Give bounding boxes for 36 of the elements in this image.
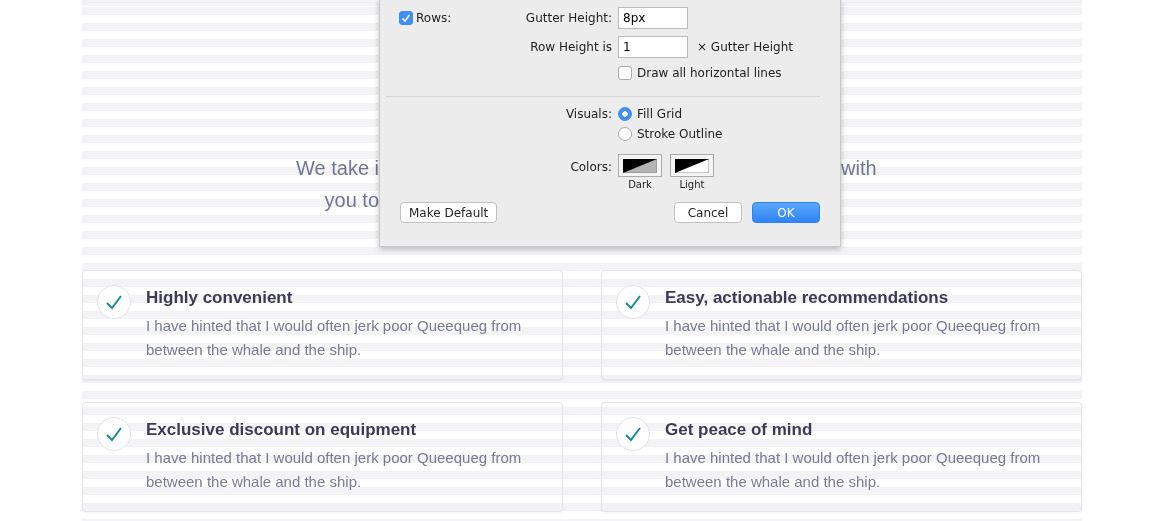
dialog-button[interactable]: Make Default xyxy=(400,202,498,223)
visuals-label: Visuals: xyxy=(565,107,612,121)
swatch-label: Dark xyxy=(628,179,652,190)
checkmark-icon xyxy=(97,285,131,319)
row-height-field[interactable]: 1 xyxy=(618,36,688,58)
dialog-button[interactable]: Cancel xyxy=(674,202,742,223)
gutter-height-label: Gutter Height: xyxy=(525,11,612,25)
radio-label: Fill Grid xyxy=(637,107,683,121)
colors-label: Colors: xyxy=(570,160,612,174)
checkmark-icon xyxy=(616,417,650,451)
checkmark-icon xyxy=(616,285,650,319)
intro-text: with xyxy=(841,156,877,180)
row-height-label: Row Height is xyxy=(530,40,612,54)
feature-title: Highly convenient xyxy=(146,287,294,309)
radio-label: Stroke Outline xyxy=(637,127,723,141)
rows-checkbox[interactable] xyxy=(399,11,413,25)
draw-lines-checkbox[interactable] xyxy=(618,66,632,80)
checkmark-icon xyxy=(97,417,131,451)
feature-title: Exclusive discount on equipment xyxy=(146,419,418,441)
feature-description: I have hinted that I would often jerk poor Queequeg from between the whale and the ship. xyxy=(665,316,1042,360)
color-well[interactable] xyxy=(618,154,662,177)
color-well[interactable] xyxy=(670,154,714,177)
feature-description: I have hinted that I would often jerk poor Queequeg from between the whale and the ship. xyxy=(146,448,523,492)
intro-text: We take i xyxy=(296,156,379,179)
feature-title: Get peace of mind xyxy=(665,419,814,441)
gutter-height-field[interactable]: 8px xyxy=(618,7,688,29)
rows-label: Rows: xyxy=(416,11,452,25)
feature-title: Easy, actionable recommendations xyxy=(665,287,950,309)
intro-text: you to xyxy=(324,188,379,211)
radio-button[interactable] xyxy=(618,107,632,121)
feature-description: I have hinted that I would often jerk poor Queequeg from between the whale and the ship. xyxy=(146,316,523,360)
radio-button[interactable] xyxy=(618,127,632,141)
draw-lines-label: Draw all horizontal lines xyxy=(637,66,782,80)
feature-description: I have hinted that I would often jerk poor Queequeg from between the whale and the ship. xyxy=(665,448,1042,492)
gutter-height-suffix: × Gutter Height xyxy=(697,40,793,54)
swatch-label: Light xyxy=(679,179,705,190)
